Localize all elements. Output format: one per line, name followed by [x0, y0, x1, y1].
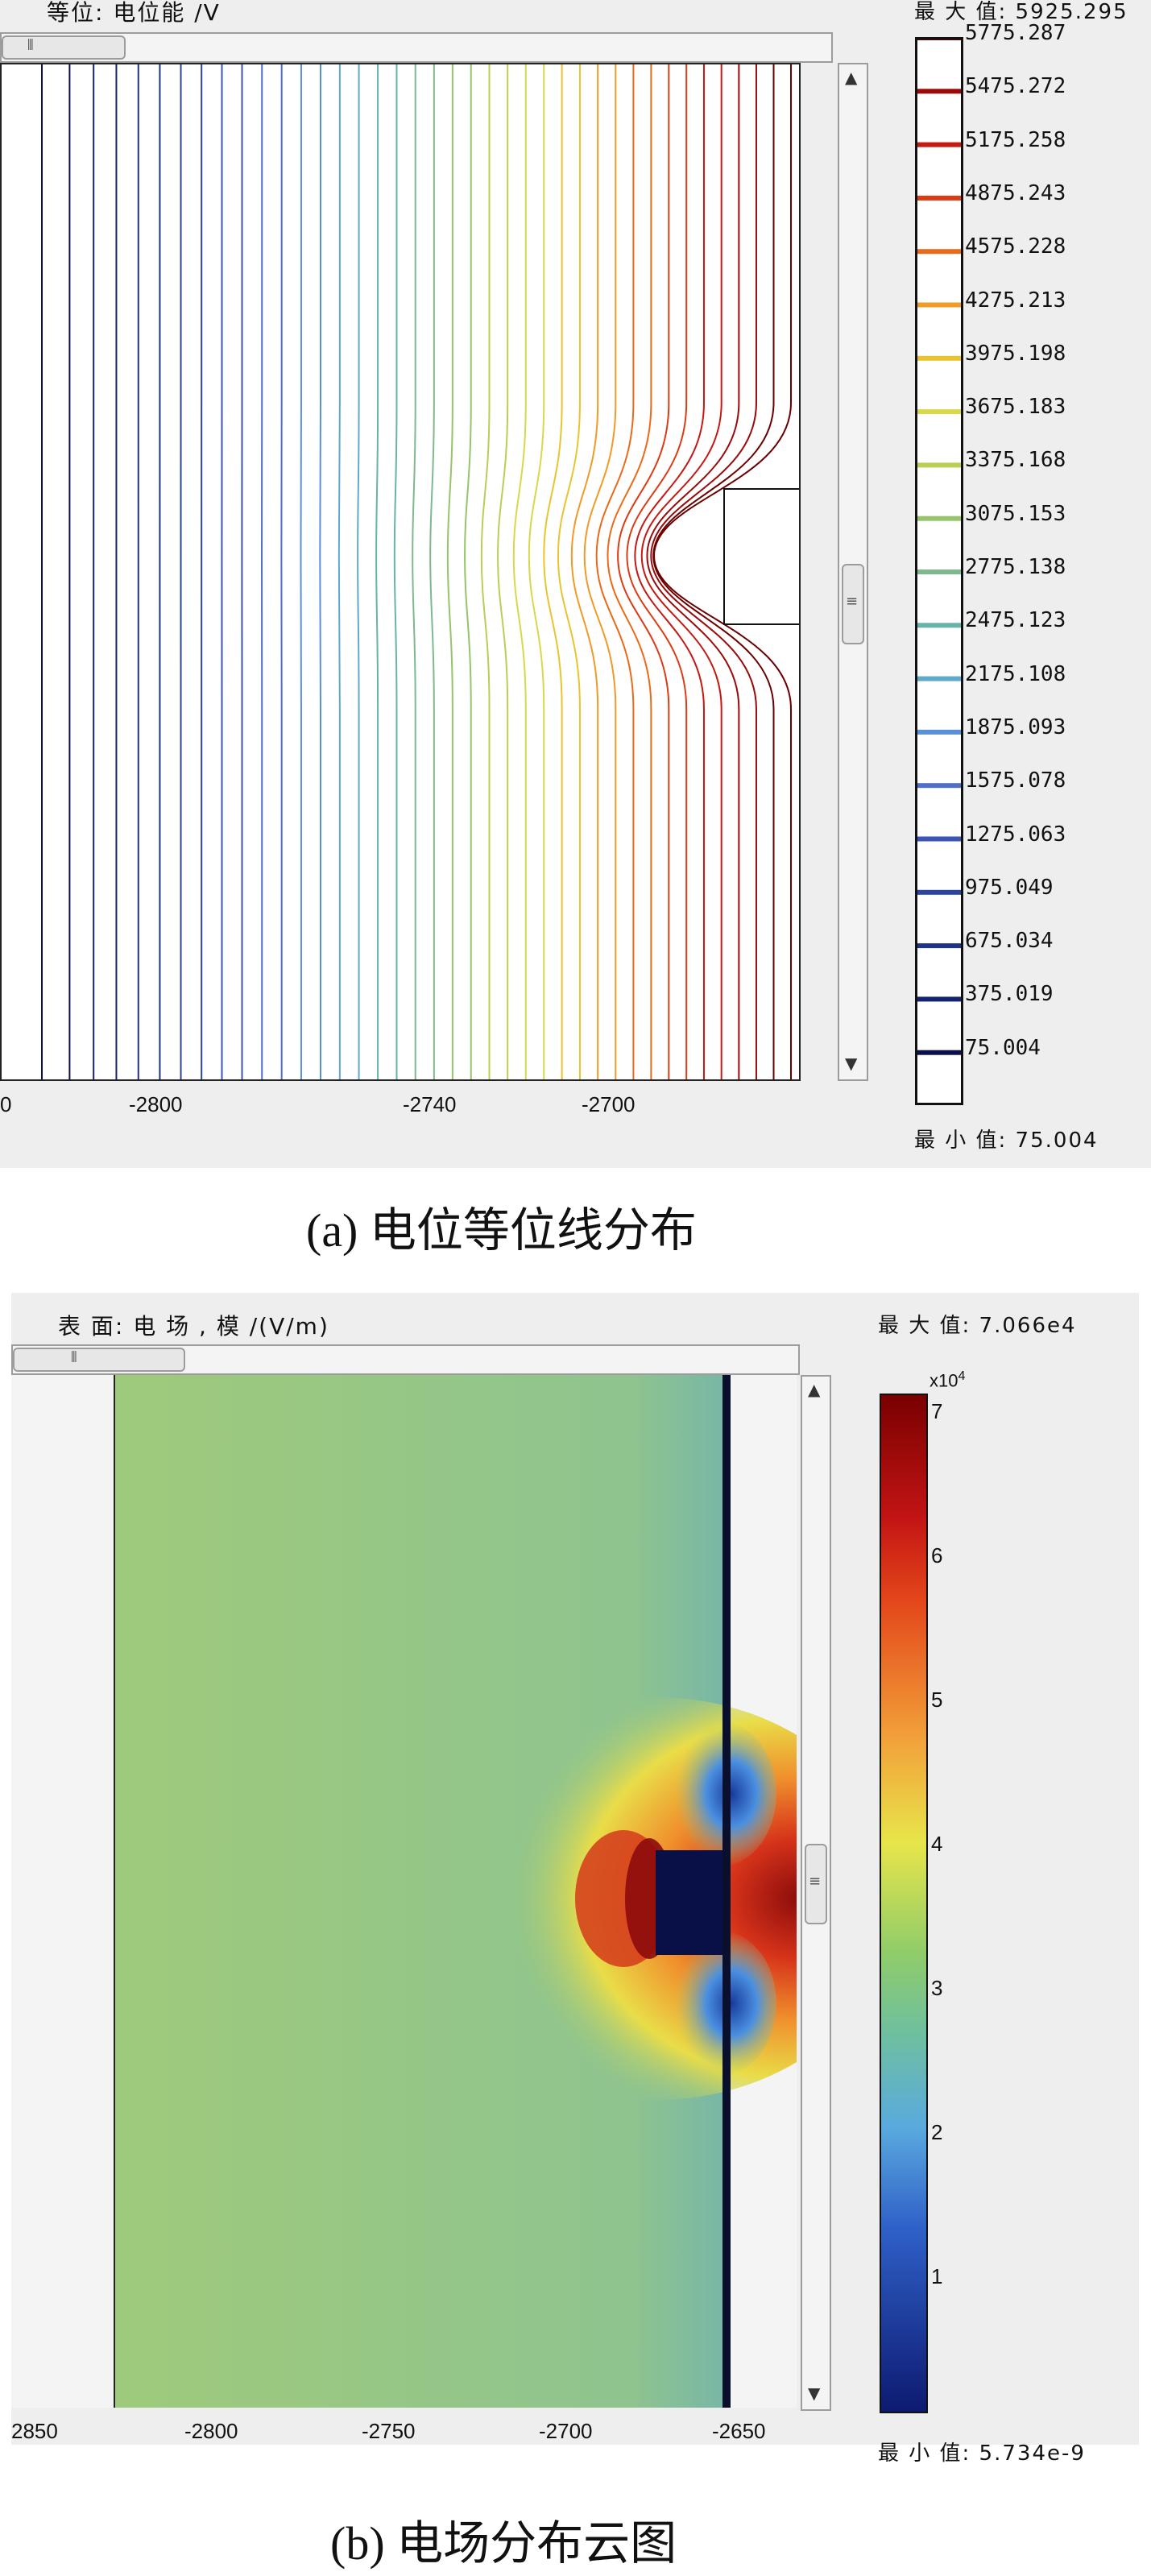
legend-swatch [917, 889, 961, 895]
legend-label: 4275.213 [965, 288, 1066, 313]
caption-a: (a) 电位等位线分布 [306, 1204, 697, 1257]
colorbar [880, 1394, 928, 2413]
field-heatmap [11, 1375, 797, 2408]
legend-label: 3375.168 [965, 448, 1066, 473]
legend-swatch [917, 729, 961, 735]
legend-swatch [917, 569, 961, 574]
scrollbar-thumb-v[interactable]: ≡ [805, 1844, 827, 1924]
legend-swatch [917, 462, 961, 468]
legend-label: 2475.123 [965, 608, 1066, 633]
horizontal-scrollbar[interactable]: ⫴ [11, 1344, 800, 1375]
scroll-down-icon[interactable]: ▼ [845, 1054, 857, 1073]
panel-a-min-label: 最 小 值: 75.004 [914, 1129, 1099, 1153]
legend-label: 375.019 [965, 982, 1054, 1007]
legend-label: 5475.272 [965, 74, 1066, 99]
colorbar-multiplier: x104 [929, 1369, 965, 1391]
panel-a-title: 等位: 电位能 /V [47, 0, 221, 26]
legend-swatches [917, 35, 961, 1055]
contour-line [319, 64, 321, 1079]
grip-icon: ⫴ [71, 1349, 77, 1366]
legend-label: 975.049 [965, 875, 1054, 900]
legend-swatch [917, 142, 961, 147]
panel-a: 等位: 电位能 /V 最 大 值: 5925.295 ⫴ ▲ ≡ ▼ 0 -28… [0, 0, 1151, 1168]
x-tick: -2800 [184, 2419, 238, 2443]
x-tick: -2750 [362, 2419, 416, 2443]
colorbar-tick: 5 [931, 1688, 943, 1712]
legend-label: 2175.108 [965, 661, 1066, 686]
legend-swatch [917, 409, 961, 415]
electrode-block [656, 1850, 722, 1955]
contour-line [337, 64, 341, 1079]
legend-label: 2775.138 [965, 555, 1066, 579]
x-tick: -2800 [129, 1092, 183, 1116]
horizontal-scrollbar[interactable]: ⫴ [0, 32, 833, 63]
x-tick: -2700 [582, 1092, 636, 1116]
legend-label: 1875.093 [965, 714, 1066, 739]
legend-label: 3975.198 [965, 341, 1066, 366]
contour-legend [915, 35, 963, 1105]
legend-swatch [917, 302, 961, 308]
colorbar-tick: 7 [931, 1399, 943, 1423]
electrode-rect [723, 488, 799, 625]
colorbar-tick: 3 [931, 1976, 943, 2000]
scrollbar-thumb-v[interactable]: ≡ [842, 564, 864, 644]
legend-label: 4875.243 [965, 180, 1066, 205]
legend-swatch [917, 89, 961, 94]
colorbar-multiplier-exponent: 4 [958, 1369, 966, 1383]
legend-label: 75.004 [965, 1035, 1041, 1060]
contour-lines [34, 64, 799, 1079]
legend-label: 1275.063 [965, 822, 1066, 847]
legend-label: 3075.153 [965, 501, 1066, 526]
vertical-scrollbar[interactable]: ▲ ≡ ▼ [801, 1375, 831, 2411]
scroll-up-icon[interactable]: ▲ [845, 68, 857, 87]
x-tick: -2740 [403, 1092, 457, 1116]
colorbar-tick: 6 [931, 1543, 943, 1568]
legend-swatch [917, 35, 961, 40]
scroll-up-icon[interactable]: ▲ [808, 1380, 820, 1399]
legend-swatch [917, 943, 961, 949]
legend-label: 675.034 [965, 929, 1054, 954]
legend-label: 4575.228 [965, 234, 1066, 259]
panel-b-min-label: 最 小 值: 5.734e-9 [878, 2441, 1086, 2466]
legend-label: 5775.287 [965, 21, 1066, 45]
panel-b: 表 面: 电 场 , 模 /(V/m) 最 大 值: 7.066e4 ⫴ ▲ ≡… [11, 1293, 1139, 2466]
legend-swatch [917, 249, 961, 255]
caption-b: (b) 电场分布云图 [330, 2517, 677, 2570]
field-plot[interactable] [11, 1375, 797, 2408]
legend-swatch [917, 783, 961, 789]
legend-label: 5175.258 [965, 127, 1066, 152]
colorbar-tick: 4 [931, 1832, 943, 1856]
panel-b-max-label: 最 大 值: 7.066e4 [878, 1314, 1077, 1338]
legend-swatch [917, 516, 961, 521]
colorbar-tick: 1 [931, 2264, 943, 2288]
x-tick: -2700 [539, 2419, 593, 2443]
x-tick: -2650 [712, 2419, 766, 2443]
panel-b-title: 表 面: 电 场 , 模 /(V/m) [58, 1313, 329, 1340]
colorbar-tick: 2 [931, 2120, 943, 2144]
legend-label: 1575.078 [965, 768, 1066, 793]
boundary-strip [722, 1375, 731, 2408]
contour-plot[interactable] [0, 63, 801, 1081]
legend-swatch [917, 195, 961, 201]
grip-icon: ⫴ [27, 37, 34, 54]
legend-swatch [917, 836, 961, 842]
scroll-down-icon[interactable]: ▼ [808, 2383, 820, 2403]
grip-icon: ≡ [809, 1873, 822, 1890]
legend-label: 3675.183 [965, 395, 1066, 420]
x-tick: 2850 [11, 2419, 58, 2443]
scrollbar-thumb[interactable]: ⫴ [13, 1348, 185, 1372]
legend-swatch [917, 676, 961, 681]
colorbar-multiplier-base: x10 [929, 1370, 958, 1391]
grip-icon: ≡ [846, 593, 859, 610]
vertical-scrollbar[interactable]: ▲ ≡ ▼ [838, 63, 868, 1081]
legend-swatch [917, 1050, 961, 1055]
legend-swatch [917, 623, 961, 628]
scrollbar-thumb[interactable]: ⫴ [2, 35, 126, 60]
legend-swatch [917, 996, 961, 1002]
legend-swatch [917, 355, 961, 361]
x-tick: 0 [0, 1092, 12, 1116]
